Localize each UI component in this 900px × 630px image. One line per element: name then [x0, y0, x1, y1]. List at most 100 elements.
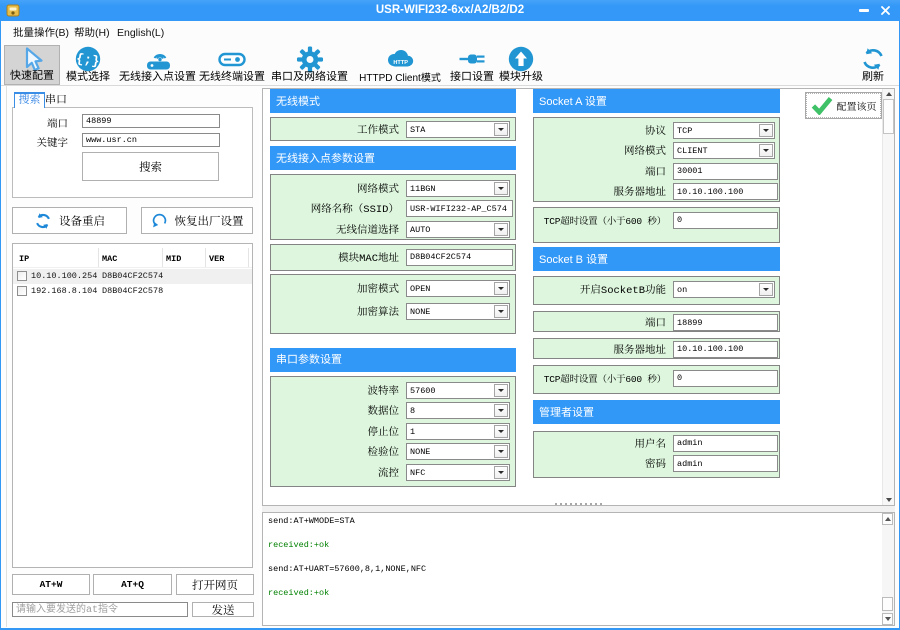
- config-column-right: Socket A 设置 协议 TCP 网络模式 CLIENT: [533, 89, 780, 478]
- close-button[interactable]: [873, 0, 897, 21]
- log-line: send:AT+WMODE=STA: [268, 516, 355, 526]
- grip-dot: [585, 503, 587, 505]
- device-checkbox[interactable]: [17, 286, 27, 296]
- port-input[interactable]: [82, 114, 220, 128]
- control-slot: [673, 455, 778, 472]
- dropdown-arrow-icon[interactable]: [494, 425, 508, 438]
- module-mac-input[interactable]: [406, 249, 513, 266]
- dropdown-arrow-icon[interactable]: [494, 384, 508, 397]
- column-ip[interactable]: IP: [19, 254, 29, 264]
- log-scrollbar[interactable]: [882, 513, 894, 625]
- tool-quick-config[interactable]: 快速配置: [4, 45, 60, 85]
- device-row-2[interactable]: 192.168.8.104 D8B04CF2C578: [13, 284, 252, 299]
- tab-serial[interactable]: 串口: [45, 94, 67, 108]
- column-mac[interactable]: MAC: [102, 254, 117, 264]
- left-edge-line: [6, 86, 7, 627]
- username-input[interactable]: [673, 435, 778, 452]
- control-slot: AUTO: [406, 221, 513, 238]
- check-icon: [811, 96, 833, 115]
- parity-combo[interactable]: NONE: [406, 443, 510, 460]
- control-slot: [673, 370, 778, 387]
- keyword-input[interactable]: [82, 133, 220, 147]
- svg-text:HTTP: HTTP: [393, 60, 408, 66]
- parity-label: 检验位: [271, 444, 399, 459]
- scrollbar-thumb[interactable]: [883, 99, 894, 134]
- menu-help[interactable]: 帮助(H): [68, 21, 116, 44]
- dropdown-arrow-icon[interactable]: [494, 223, 508, 236]
- socket-a-netmode-combo[interactable]: CLIENT: [673, 142, 775, 159]
- network-mode-combo[interactable]: 11BGN: [406, 180, 510, 197]
- tool-sta-settings[interactable]: 无线终端设置: [196, 45, 268, 85]
- baud-rate-combo[interactable]: 57600: [406, 382, 510, 399]
- device-row-1[interactable]: 10.10.100.254 D8B04CF2C574: [13, 269, 252, 284]
- search-button[interactable]: 搜索: [82, 152, 219, 181]
- dropdown-arrow-icon[interactable]: [494, 466, 508, 479]
- device-restart-button[interactable]: 设备重启: [12, 207, 127, 234]
- scroll-down-icon[interactable]: [882, 613, 893, 625]
- at-q-button[interactable]: AT+Q: [93, 574, 172, 595]
- flow-control-combo[interactable]: NFC: [406, 464, 510, 481]
- work-mode-combo[interactable]: STA: [406, 121, 510, 138]
- encryption-mode-combo[interactable]: OPEN: [406, 280, 510, 297]
- socket-b-port-input[interactable]: [673, 314, 778, 331]
- scroll-up-icon[interactable]: [882, 513, 893, 525]
- username-label: 用户名: [534, 436, 666, 451]
- socket-a-server-input[interactable]: [673, 183, 778, 200]
- form-row: 工作模式 STA: [271, 121, 515, 138]
- section-socket-a: Socket A 设置: [533, 89, 780, 113]
- control-slot: OPEN: [406, 280, 513, 297]
- dropdown-triangle-icon: [498, 471, 504, 474]
- scroll-up-icon[interactable]: [886, 92, 892, 96]
- control-slot: 11BGN: [406, 180, 513, 197]
- password-input[interactable]: [673, 455, 778, 472]
- tool-ap-settings[interactable]: 无线接入点设置: [115, 45, 200, 85]
- at-command-input[interactable]: [12, 602, 188, 617]
- control-slot: [673, 341, 778, 358]
- dropdown-arrow-icon[interactable]: [494, 445, 508, 458]
- scrollbar-thumb[interactable]: [882, 597, 893, 611]
- encryption-algo-combo[interactable]: NONE: [406, 303, 510, 320]
- column-mid[interactable]: MID: [166, 254, 181, 264]
- protocol-combo[interactable]: TCP: [673, 122, 775, 139]
- tool-interface-settings[interactable]: 接口设置: [447, 45, 497, 85]
- open-webpage-button[interactable]: 打开网页: [176, 574, 254, 595]
- dropdown-arrow-icon[interactable]: [494, 404, 508, 417]
- dropdown-arrow-icon[interactable]: [759, 124, 773, 137]
- ssid-input[interactable]: [406, 200, 513, 217]
- tool-uart-net-settings[interactable]: 串口及网络设置: [267, 45, 352, 85]
- tool-mode-select[interactable]: {;} 模式选择: [61, 45, 115, 85]
- window-title: USR-WIFI232-6xx/A2/B2/D2: [0, 0, 900, 21]
- send-button[interactable]: 发送: [192, 602, 254, 617]
- at-w-button[interactable]: AT+W: [12, 574, 90, 595]
- dropdown-arrow-icon[interactable]: [494, 282, 508, 295]
- grip-dot: [555, 503, 557, 505]
- control-slot: TCP: [673, 122, 778, 139]
- control-slot: [673, 314, 778, 331]
- data-bits-combo[interactable]: 8: [406, 402, 510, 419]
- grip-dot: [575, 503, 577, 505]
- tab-search[interactable]: 搜索: [14, 92, 45, 108]
- dropdown-arrow-icon[interactable]: [494, 123, 508, 136]
- socket-a-port-input[interactable]: [673, 163, 778, 180]
- stop-bits-combo[interactable]: 1: [406, 423, 510, 440]
- menu-batch-operation[interactable]: 批量操作(B): [7, 21, 75, 44]
- dropdown-arrow-icon[interactable]: [494, 305, 508, 318]
- socket-b-timeout-input[interactable]: [673, 370, 778, 387]
- menu-english[interactable]: English(L): [111, 21, 170, 44]
- dropdown-arrow-icon[interactable]: [759, 144, 773, 157]
- dropdown-arrow-icon[interactable]: [759, 283, 773, 296]
- column-ver[interactable]: VER: [209, 254, 224, 264]
- config-scrollbar[interactable]: [882, 89, 894, 505]
- channel-combo[interactable]: AUTO: [406, 221, 510, 238]
- dropdown-arrow-icon[interactable]: [494, 182, 508, 195]
- socket-a-timeout-input[interactable]: [673, 212, 778, 229]
- factory-reset-button[interactable]: 恢复出厂设置: [141, 207, 253, 234]
- socket-b-enable-combo[interactable]: on: [673, 281, 775, 298]
- device-checkbox[interactable]: [17, 271, 27, 281]
- apply-page-button[interactable]: 配置该页: [805, 92, 882, 119]
- socket-b-server-input[interactable]: [673, 341, 778, 358]
- app-window: USR-WIFI232-6xx/A2/B2/D2 批量操作(B) 帮助(H) E…: [0, 0, 900, 630]
- tool-httpd-client[interactable]: HTTP HTTPD Client模式: [358, 45, 442, 85]
- tool-module-upgrade[interactable]: 模块升级: [496, 45, 546, 85]
- tool-refresh[interactable]: 刷新: [845, 45, 900, 85]
